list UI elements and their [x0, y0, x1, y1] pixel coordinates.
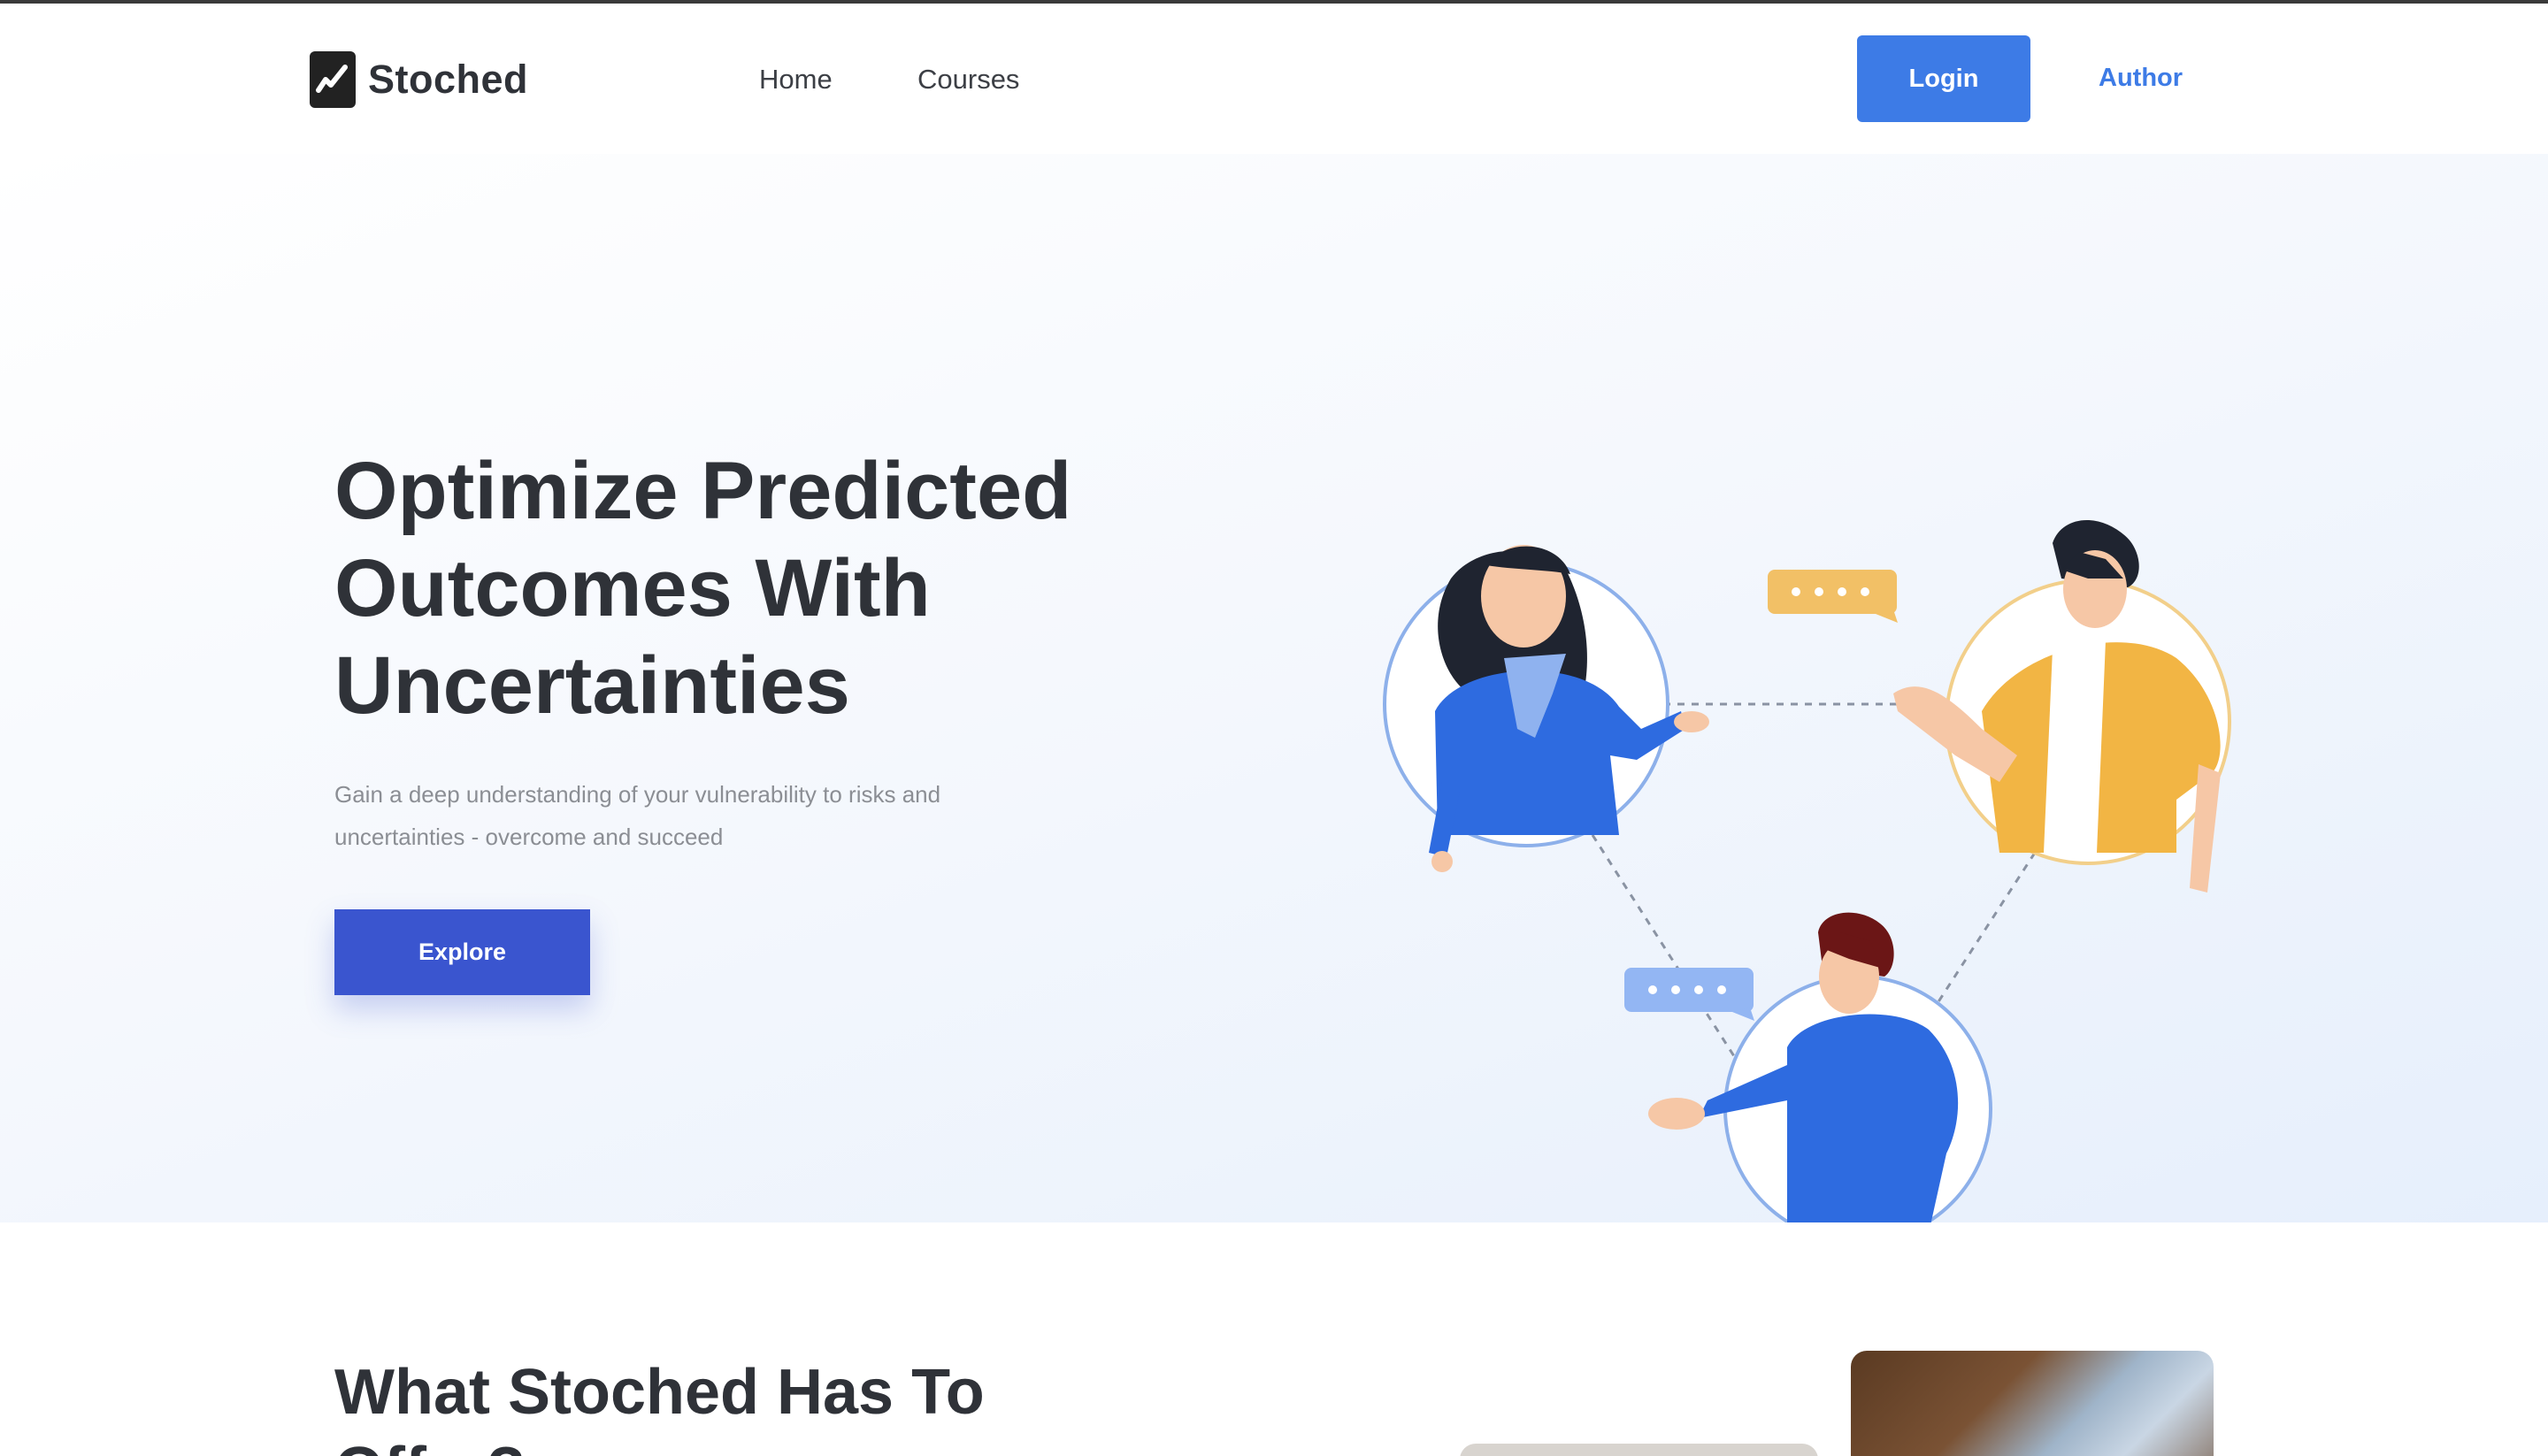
hero-section: Optimize Predicted Outcomes With Uncerta… — [0, 154, 2548, 1244]
man-blue-avatar — [1648, 912, 1992, 1244]
woman-avatar — [1383, 545, 1709, 872]
brand-logo[interactable]: Stoched — [310, 51, 528, 108]
chat-bubble-icon — [1624, 968, 1754, 1021]
hero-subtitle: Gain a deep understanding of your vulner… — [334, 781, 941, 850]
offer-section: What Stoched Has To Offer? — [0, 1222, 2548, 1456]
hero-title: Optimize Predicted Outcomes With Uncerta… — [334, 446, 1072, 731]
nav-link-courses[interactable]: Courses — [917, 64, 1019, 96]
hero-illustration — [1383, 519, 2231, 1244]
chat-bubble-icon — [1768, 570, 1898, 623]
connector-line — [1936, 852, 2037, 1004]
explore-button[interactable]: Explore — [334, 909, 590, 995]
stoched-logo-icon — [310, 51, 356, 108]
offer-title: What Stoched Has To Offer? — [334, 1357, 985, 1456]
login-button[interactable]: Login — [1857, 35, 2030, 122]
feature-photo — [1460, 1444, 1818, 1456]
brand-name: Stoched — [368, 57, 529, 102]
man-yellow-avatar — [1893, 519, 2231, 893]
nav-link-home[interactable]: Home — [759, 64, 833, 96]
navbar: Stoched Home Courses Login Author — [0, 4, 2548, 154]
connector-line — [1591, 834, 1736, 1057]
feature-photo — [1851, 1351, 2214, 1456]
nav-link-author[interactable]: Author — [2099, 64, 2183, 93]
